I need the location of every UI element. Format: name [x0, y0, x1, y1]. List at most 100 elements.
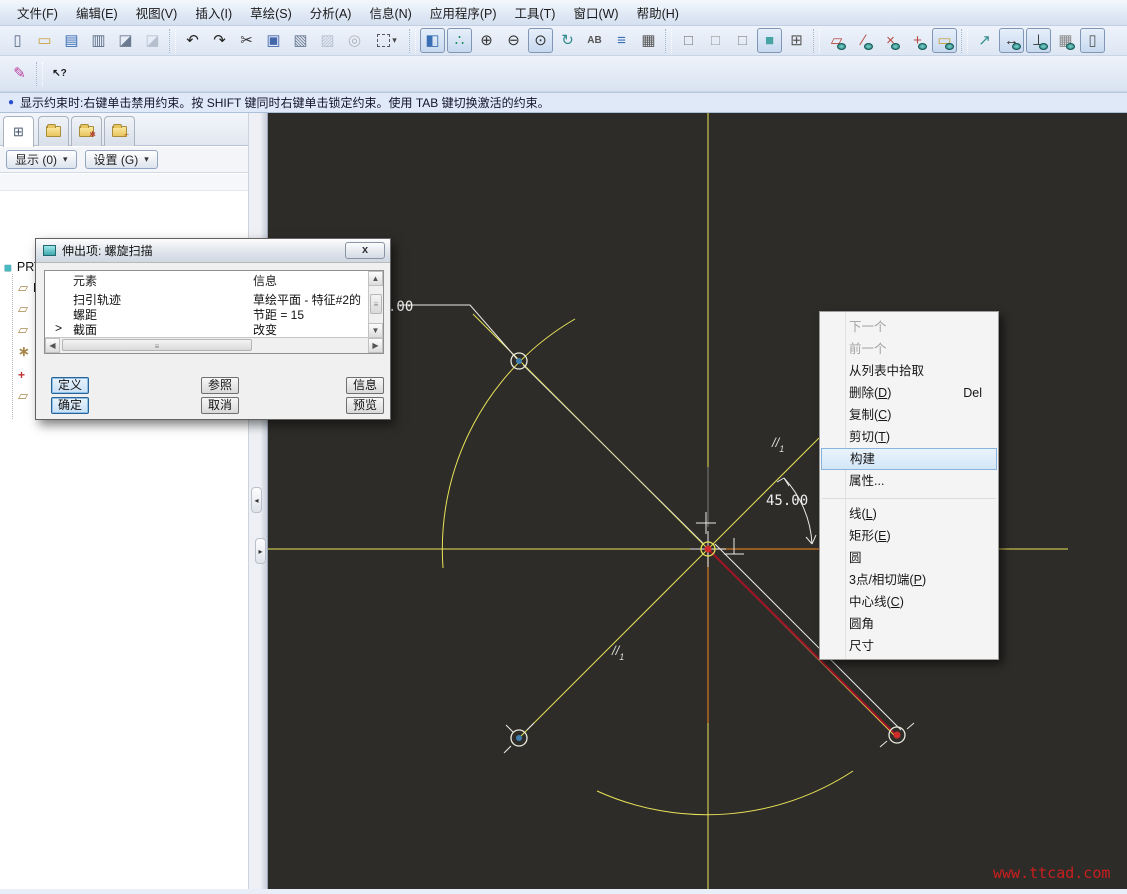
- menu-edit[interactable]: 编辑(E): [67, 0, 127, 26]
- tree-item-front[interactable]: ▱: [18, 321, 28, 339]
- table-cell[interactable]: 节距 = 15: [253, 306, 304, 322]
- undo-icon[interactable]: ↶: [180, 28, 205, 53]
- plane-display-icon[interactable]: ▱: [824, 28, 849, 53]
- table-cell[interactable]: 扫引轨迹: [73, 291, 121, 307]
- zoom-out-icon[interactable]: ⊖: [501, 28, 526, 53]
- references-button[interactable]: 参照: [201, 377, 239, 394]
- zoom-fit-icon[interactable]: ⊙: [528, 28, 553, 53]
- menu-item-properties[interactable]: 属性...: [820, 470, 998, 492]
- define-button[interactable]: 定义: [51, 377, 89, 394]
- vertical-scrollbar[interactable]: ▲ ≡ ▼: [368, 271, 383, 338]
- menu-sketch[interactable]: 草绘(S): [241, 0, 301, 26]
- settings-dropdown-button[interactable]: 设置 (G) ▾: [85, 150, 158, 169]
- save-icon[interactable]: ▤: [59, 28, 84, 53]
- scroll-right-icon[interactable]: ▶: [368, 338, 383, 353]
- shading-icon[interactable]: ■: [757, 28, 782, 53]
- cut-icon[interactable]: ✂: [234, 28, 259, 53]
- no-hidden-icon[interactable]: □: [730, 28, 755, 53]
- tab-connections[interactable]: ⌐: [104, 116, 135, 146]
- menu-item-construct[interactable]: 构建: [821, 448, 997, 470]
- endpoint-upper-left[interactable]: [511, 353, 527, 369]
- layers-icon[interactable]: ≡: [609, 28, 634, 53]
- menu-item-rectangle[interactable]: 矩形(E): [820, 525, 998, 547]
- menu-item-circle[interactable]: 圆: [820, 547, 998, 569]
- datum-display-icon[interactable]: ∴: [447, 28, 472, 53]
- tree-item-csys[interactable]: ∗: [18, 342, 30, 360]
- ok-button[interactable]: 确定: [51, 397, 89, 414]
- new-file-icon[interactable]: ▯: [5, 28, 30, 53]
- hidden-line-icon[interactable]: □: [703, 28, 728, 53]
- angle-dimension[interactable]: 45.00: [766, 478, 816, 544]
- redo-icon[interactable]: ↷: [207, 28, 232, 53]
- axis-display-icon[interactable]: ∕: [851, 28, 876, 53]
- menu-item-centerline[interactable]: 中心线(C): [820, 591, 998, 613]
- sketcher-tool-icon[interactable]: ✎: [7, 61, 32, 86]
- paste-special-icon[interactable]: ▨: [315, 28, 340, 53]
- diagonal-line-ne-sw[interactable]: [519, 438, 819, 738]
- menu-item-cut[interactable]: 剪切(T): [820, 426, 998, 448]
- menu-item-fillet[interactable]: 圆角: [820, 613, 998, 635]
- delete-old-versions-icon[interactable]: ◪: [140, 28, 165, 53]
- constraint-display-icon[interactable]: ⊥: [1026, 28, 1051, 53]
- tree-item-top[interactable]: ▱: [18, 300, 28, 318]
- menu-applications[interactable]: 应用程序(P): [421, 0, 506, 26]
- tree-item-feature[interactable]: +: [18, 366, 25, 384]
- scroll-up-icon[interactable]: ▲: [368, 271, 383, 286]
- scroll-left-icon[interactable]: ◀: [45, 338, 60, 353]
- repaint-icon[interactable]: ↻: [555, 28, 580, 53]
- horizontal-scrollbar[interactable]: ◀ ≡ ▶: [45, 337, 383, 353]
- endpoint-lower-left[interactable]: [504, 723, 534, 753]
- collapse-right-handle[interactable]: ▸: [255, 538, 266, 564]
- menu-item-delete[interactable]: 删除(D) Del: [820, 382, 998, 404]
- menu-window[interactable]: 窗口(W): [564, 0, 627, 26]
- vertex-display-icon[interactable]: ▯: [1080, 28, 1105, 53]
- cancel-button[interactable]: 取消: [201, 397, 239, 414]
- menu-item-dimension[interactable]: 尺寸: [820, 635, 998, 657]
- table-cell[interactable]: 截面: [73, 321, 97, 337]
- grid-display-icon[interactable]: ▦: [1053, 28, 1078, 53]
- table-cell[interactable]: 改变: [253, 321, 277, 337]
- point-display-icon[interactable]: ×: [878, 28, 903, 53]
- menu-insert[interactable]: 插入(I): [186, 0, 241, 26]
- construction-arc-bottom[interactable]: [597, 771, 853, 815]
- menu-item-line[interactable]: 线(L): [820, 503, 998, 525]
- menu-analysis[interactable]: 分析(A): [301, 0, 361, 26]
- csys-display-icon[interactable]: +: [905, 28, 930, 53]
- wireframe-icon[interactable]: □: [676, 28, 701, 53]
- preview-button[interactable]: 预览: [346, 397, 384, 414]
- menu-help[interactable]: 帮助(H): [628, 0, 688, 26]
- dimension-leader[interactable]: [398, 305, 517, 359]
- info-button[interactable]: 信息: [346, 377, 384, 394]
- menu-item-pick-from-list[interactable]: 从列表中拾取: [820, 360, 998, 382]
- paste-icon[interactable]: ▧: [288, 28, 313, 53]
- menu-info[interactable]: 信息(N): [360, 0, 420, 26]
- context-help-icon[interactable]: ↖?: [47, 61, 72, 86]
- sketch-orient-icon[interactable]: ↗: [972, 28, 997, 53]
- shade-view-icon[interactable]: ◧: [420, 28, 445, 53]
- tab-model-tree[interactable]: ⊞: [3, 116, 34, 147]
- annotation-icon[interactable]: AB: [582, 28, 607, 53]
- collapse-left-handle[interactable]: ◂: [251, 487, 262, 513]
- table-cell[interactable]: 草绘平面 - 特征#2的: [253, 291, 369, 307]
- view-manager-icon[interactable]: ▦: [636, 28, 661, 53]
- show-dropdown-button[interactable]: 显示 (0) ▾: [6, 150, 77, 169]
- menu-item-copy[interactable]: 复制(C): [820, 404, 998, 426]
- select-box-icon[interactable]: ▾: [369, 28, 405, 53]
- close-button[interactable]: x: [345, 242, 385, 259]
- dialog-title-bar[interactable]: 伸出项: 螺旋扫描: [36, 239, 390, 263]
- print-icon[interactable]: ▥: [86, 28, 111, 53]
- scroll-down-icon[interactable]: ▼: [368, 323, 383, 338]
- dropdown-caret-icon[interactable]: ▾: [392, 35, 397, 46]
- menu-view[interactable]: 视图(V): [127, 0, 187, 26]
- dimension-display-icon[interactable]: ↔: [999, 28, 1024, 53]
- open-file-icon[interactable]: ▭: [32, 28, 57, 53]
- search-icon[interactable]: ◎: [342, 28, 367, 53]
- copy-icon[interactable]: ▣: [261, 28, 286, 53]
- menu-tools[interactable]: 工具(T): [506, 0, 565, 26]
- tab-favorites[interactable]: ✱: [71, 116, 102, 146]
- clipped-dimension-value[interactable]: .00: [388, 299, 413, 315]
- tree-item-sweep[interactable]: ▱: [18, 387, 28, 405]
- erase-display-icon[interactable]: ◪: [113, 28, 138, 53]
- tab-folder-browser[interactable]: [38, 116, 69, 146]
- construction-arc-upper-left[interactable]: [442, 319, 575, 568]
